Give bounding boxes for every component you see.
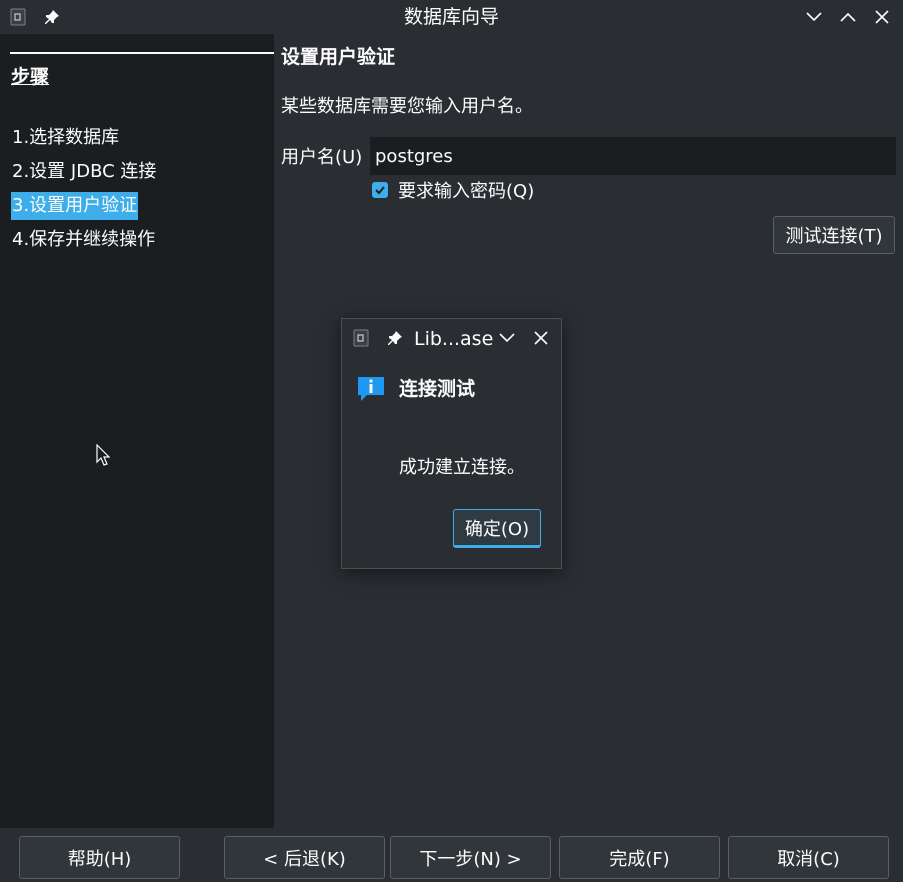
help-button[interactable]: 帮助(H) [19, 836, 180, 879]
step-user-authentication[interactable]: 3.设置用户验证 [11, 192, 139, 220]
test-connection-button[interactable]: 测试连接(T) [773, 216, 895, 254]
mouse-cursor-icon [96, 443, 111, 471]
step-save-and-continue[interactable]: 4.保存并继续操作 [11, 226, 156, 254]
close-icon[interactable] [871, 6, 893, 28]
step-jdbc-connection[interactable]: 2.设置 JDBC 连接 [11, 158, 157, 186]
dialog-heading: 连接测试 [399, 378, 476, 400]
section-title: 设置用户验证 [281, 46, 396, 68]
next-button[interactable]: 下一步(N) > [390, 836, 551, 879]
pin-icon[interactable] [42, 7, 62, 27]
dialog-message: 成功建立连接。 [399, 457, 525, 478]
dialog-close-icon[interactable] [530, 327, 552, 349]
description-text: 某些数据库需要您输入用户名。 [281, 96, 533, 117]
steps-heading: 步骤 [11, 66, 50, 88]
minimize-icon[interactable] [803, 6, 825, 28]
app-icon[interactable] [9, 7, 27, 27]
finish-button[interactable]: 完成(F) [559, 836, 720, 879]
dialog-title: Lib...ase [414, 328, 494, 350]
steps-panel [0, 34, 274, 828]
password-required-checkbox[interactable] [372, 182, 388, 198]
info-icon [357, 375, 385, 403]
back-button[interactable]: < 后退(K) [224, 836, 385, 879]
dialog-app-icon[interactable] [352, 327, 370, 349]
ok-button[interactable]: 确定(O) [453, 509, 541, 548]
window-title: 数据库向导 [403, 6, 499, 28]
maximize-icon[interactable] [837, 6, 859, 28]
username-input[interactable] [370, 137, 896, 175]
dialog-pin-icon[interactable] [385, 328, 405, 348]
cancel-button[interactable]: 取消(C) [728, 836, 889, 879]
dialog-minimize-icon[interactable] [496, 327, 518, 349]
username-label: 用户名(U) [281, 147, 363, 168]
steps-divider [10, 52, 274, 54]
checkmark-icon [375, 186, 385, 195]
step-select-database[interactable]: 1.选择数据库 [11, 124, 120, 152]
password-required-label[interactable]: 要求输入密码(Q) [398, 177, 534, 203]
